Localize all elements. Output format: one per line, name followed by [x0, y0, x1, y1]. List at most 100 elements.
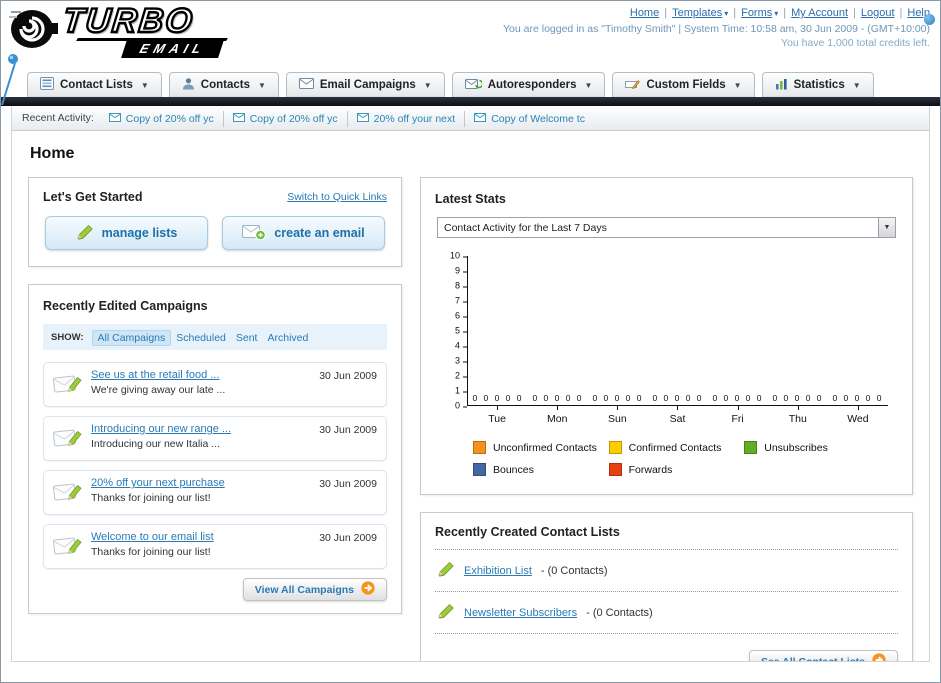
x-axis-label: Tue: [467, 406, 527, 425]
x-axis-label: Fri: [708, 406, 768, 425]
campaign-text: 20% off your next purchase Thanks for joi…: [91, 477, 311, 504]
show-label: SHOW:: [51, 331, 84, 343]
header-link-templates[interactable]: Templates ▾: [672, 7, 728, 19]
x-axis-label: Mon: [527, 406, 587, 425]
campaign-list-item[interactable]: See us at the retail food ... We're givin…: [43, 362, 387, 407]
chart-bar-group: 0 0 0 0 0: [648, 256, 708, 405]
nav-tab-contacts[interactable]: Contacts ▼: [168, 72, 279, 97]
header-link-logout[interactable]: Logout: [861, 7, 895, 19]
contact-lists-panel-title: Recently Created Contact Lists: [435, 525, 898, 550]
header-link-home[interactable]: Home: [630, 7, 659, 19]
campaigns-tab-sent[interactable]: Sent: [231, 331, 263, 345]
contacts-icon: [182, 77, 195, 93]
help-indicator-dot: [924, 14, 935, 25]
link-separator: |: [899, 7, 903, 19]
legend-label: Forwards: [628, 463, 673, 476]
campaign-list-item[interactable]: 20% off your next purchase Thanks for joi…: [43, 470, 387, 515]
y-axis-label: 8: [455, 281, 467, 291]
view-all-campaigns-label: View All Campaigns: [254, 583, 354, 596]
contact-list-link[interactable]: Newsletter Subscribers: [464, 607, 577, 619]
button-label: create an email: [274, 226, 365, 240]
manage-lists-button[interactable]: manage lists: [45, 216, 208, 250]
see-all-contact-lists-button[interactable]: See All Contact Lists: [748, 650, 898, 661]
custom-fields-icon: [625, 78, 641, 93]
recently-created-contact-lists-panel: Recently Created Contact Lists Exhibitio…: [420, 512, 913, 661]
campaign-title-link[interactable]: 20% off your next purchase: [91, 477, 311, 489]
campaign-subtitle: We're giving away our late ...: [91, 384, 226, 396]
y-axis-label: 0: [455, 401, 467, 411]
legend-item-unconfirmed-contacts: Unconfirmed Contacts: [473, 441, 609, 454]
contact-lists-icon: [40, 77, 54, 93]
chart-x-axis: Tue Mon Sun Sat Fri Thu Wed: [467, 406, 888, 425]
y-axis-label: 5: [455, 326, 467, 336]
nav-tab-contact-lists[interactable]: Contact Lists ▼: [27, 72, 162, 97]
left-column: Let's Get Started Switch to Quick Links …: [28, 177, 402, 614]
nav-tab-custom-fields[interactable]: Custom Fields ▼: [612, 72, 755, 97]
recent-activity-item-label: 20% off your next: [373, 113, 456, 125]
latest-stats-panel: Latest Stats Contact Activity for the La…: [420, 177, 913, 495]
chevron-down-icon: ▼: [257, 80, 266, 90]
main-navigation: Contact Lists ▼ Contacts ▼ Email Campaigns ▼ A…: [1, 67, 940, 97]
switch-to-quick-links-link[interactable]: Switch to Quick Links: [287, 191, 387, 203]
envelope-pencil-icon: [52, 532, 83, 561]
recent-activity-item[interactable]: Copy of 20% off yc: [222, 111, 347, 127]
envelope-pencil-icon: [52, 370, 83, 399]
chart-bar-group: 0 0 0 0 0: [588, 256, 648, 405]
campaign-date: 30 Jun 2009: [319, 370, 377, 382]
campaign-subtitle: Thanks for joining our list!: [91, 492, 211, 504]
y-axis-label: 10: [450, 251, 467, 261]
nav-tab-label: Contacts: [200, 79, 250, 91]
pencil-icon: [76, 224, 94, 243]
campaign-title-link[interactable]: Welcome to our email list: [91, 531, 311, 543]
campaigns-tab-all-campaigns[interactable]: All Campaigns: [91, 330, 172, 346]
contact-list-link[interactable]: Exhibition List: [464, 565, 532, 577]
legend-label: Confirmed Contacts: [628, 441, 722, 454]
y-axis-label: 3: [455, 356, 467, 366]
x-axis-label: Wed: [828, 406, 888, 425]
chart-plot-area: 0 0 0 0 0 0 0 0 0 0 0 0 0 0 0 0 0 0 0 0 0 0 …: [467, 256, 888, 406]
nav-tab-label: Statistics: [793, 79, 845, 91]
nav-tab-autoresponders[interactable]: Autoresponders ▼: [451, 72, 606, 97]
header-link-my-account[interactable]: My Account: [791, 7, 848, 19]
create-an-email-button[interactable]: create an email: [222, 216, 385, 250]
pencil-icon: [437, 603, 455, 622]
y-axis-label: 6: [455, 311, 467, 321]
recent-activity-item[interactable]: Copy of 20% off yc: [100, 111, 223, 127]
app-window: TURBO EMAIL Home | Templates ▾ | Forms ▾ | My Ac…: [0, 0, 941, 683]
app-logo: TURBO EMAIL: [9, 1, 228, 59]
logo-primary-text: TURBO: [60, 1, 197, 41]
nav-tab-label: Custom Fields: [646, 79, 726, 91]
recent-activity-bar: Recent Activity: Copy of 20% off yc Copy …: [12, 106, 929, 131]
campaigns-list: See us at the retail food ... We're givin…: [43, 362, 387, 569]
campaign-list-item[interactable]: Welcome to our email list Thanks for join…: [43, 524, 387, 569]
contact-list-item: Newsletter Subscribers - (0 Contacts): [435, 592, 898, 634]
campaigns-panel-title: Recently Edited Campaigns: [43, 299, 208, 313]
header: TURBO EMAIL Home | Templates ▾ | Forms ▾ | My Ac…: [1, 1, 940, 106]
recent-activity-items: Copy of 20% off yc Copy of 20% off yc 20% …: [100, 109, 594, 127]
y-axis-label: 7: [455, 296, 467, 306]
view-all-campaigns-button[interactable]: View All Campaigns: [242, 578, 387, 601]
contact-list-count: - (0 Contacts): [586, 606, 653, 619]
credits-info: You have 1,000 total credits left.: [780, 37, 930, 49]
header-link-forms[interactable]: Forms ▾: [741, 7, 778, 19]
chevron-down-icon: ▼: [733, 80, 742, 90]
nav-tab-statistics[interactable]: Statistics ▼: [761, 72, 874, 97]
recent-activity-item[interactable]: Copy of Welcome tc: [464, 111, 594, 127]
campaign-list-item[interactable]: Introducing our new range ... Introducing…: [43, 416, 387, 461]
autoresponders-icon: [464, 78, 483, 93]
pencil-icon: [437, 561, 455, 580]
nav-tab-email-campaigns[interactable]: Email Campaigns ▼: [285, 72, 445, 97]
nav-tab-label: Contact Lists: [60, 79, 133, 91]
legend-swatch: [608, 441, 622, 454]
campaign-title-link[interactable]: See us at the retail food ...: [91, 369, 311, 381]
stats-period-dropdown[interactable]: Contact Activity for the Last 7 Days ▼: [437, 217, 896, 238]
campaigns-tabs: All Campaigns Scheduled Sent Archived: [91, 328, 314, 346]
campaign-title-link[interactable]: Introducing our new range ...: [91, 423, 311, 435]
logo-secondary-text: EMAIL: [120, 40, 224, 59]
chevron-down-icon: ▾: [774, 9, 779, 18]
login-info: You are logged in as "Timothy Smith" | S…: [503, 23, 930, 35]
campaigns-tab-scheduled[interactable]: Scheduled: [171, 331, 231, 345]
recent-activity-item[interactable]: 20% off your next: [346, 111, 465, 127]
campaign-date: 30 Jun 2009: [319, 424, 377, 436]
campaigns-tab-archived[interactable]: Archived: [262, 331, 313, 345]
